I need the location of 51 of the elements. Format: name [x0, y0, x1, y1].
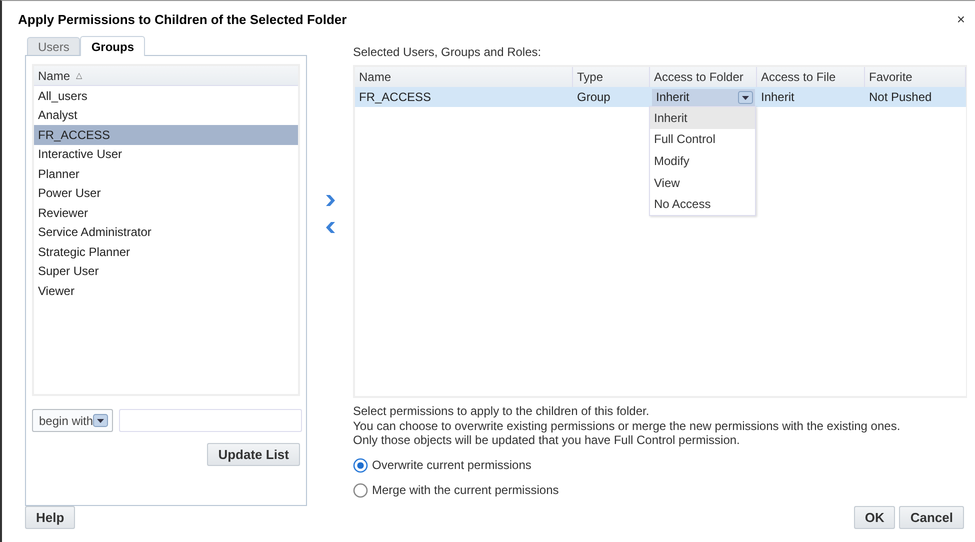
menu-item[interactable]: View [650, 172, 755, 194]
list-item[interactable]: Strategic Planner [34, 242, 298, 262]
radio-button[interactable] [353, 458, 368, 473]
menu-item[interactable]: No Access [650, 193, 755, 215]
ok-button[interactable]: OK [854, 506, 896, 529]
table-cell-text: Not Pushed [868, 90, 933, 104]
column-header: Favorite [865, 67, 966, 87]
list-item[interactable]: Reviewer [34, 203, 298, 222]
menu-item[interactable]: Full Control [650, 128, 755, 150]
cancel-button[interactable]: Cancel [899, 506, 964, 529]
list-item[interactable]: FR_ACCESS [34, 125, 298, 144]
section-label: Selected Users, Groups and Roles: [353, 44, 542, 61]
tab[interactable]: Users [27, 37, 80, 55]
tab[interactable]: Groups [80, 36, 146, 56]
radio-button[interactable] [353, 482, 368, 498]
update-list-button[interactable]: Update List [207, 443, 300, 466]
filter-dropdown[interactable]: begin with [32, 409, 114, 432]
table-cell-text: Group [576, 90, 612, 104]
radio-label: Overwrite current permissions [372, 458, 532, 472]
description-text: Only those objects will be updated that you have Full Control permission. [353, 433, 741, 448]
list-item[interactable]: Super User [34, 262, 298, 281]
list-item[interactable]: Planner [34, 164, 298, 184]
list-item[interactable]: Analyst [34, 106, 298, 125]
move-left-icon[interactable] [324, 221, 336, 234]
column-header: Type [573, 67, 650, 87]
table-row[interactable]: FR_ACCESS Group Inherit Inherit Not Pushed [355, 87, 966, 107]
description-text: You can choose to overwrite existing permissions or merge the new permissions with the existing ones. [353, 418, 902, 434]
window-title: Apply Permissions to Children of the Selected Folder [18, 12, 347, 26]
column-header: Access to Folder [650, 67, 757, 87]
sort-icon: △ [76, 71, 82, 80]
list-item[interactable]: All_users [34, 86, 298, 106]
menu-item[interactable]: Inherit [650, 107, 755, 129]
list-item[interactable]: Power User [34, 184, 298, 203]
help-button[interactable]: Help [25, 506, 76, 529]
list-item[interactable]: Service Administrator [34, 222, 298, 242]
column-header: Name [355, 67, 573, 87]
list-item[interactable]: Viewer [34, 281, 298, 300]
access-dropdown[interactable]: Inherit [652, 88, 755, 106]
description-text: Select permissions to apply to the children of this folder. [353, 404, 650, 419]
dropdown-caret-icon [93, 414, 108, 427]
table-cell-text: Inherit [760, 90, 796, 104]
menu-item[interactable]: Modify [650, 150, 755, 172]
dropdown-caret-icon [738, 90, 753, 104]
table-cell-text: FR_ACCESS [358, 90, 432, 104]
filter-input[interactable] [119, 409, 302, 432]
move-right-icon[interactable] [324, 194, 336, 207]
list-item[interactable]: Interactive User [34, 144, 298, 164]
radio-label: Merge with the current permissions [372, 483, 559, 498]
column-header[interactable]: Name [38, 68, 70, 82]
column-header: Access to File [757, 67, 865, 87]
close-button[interactable]: × [956, 11, 965, 27]
